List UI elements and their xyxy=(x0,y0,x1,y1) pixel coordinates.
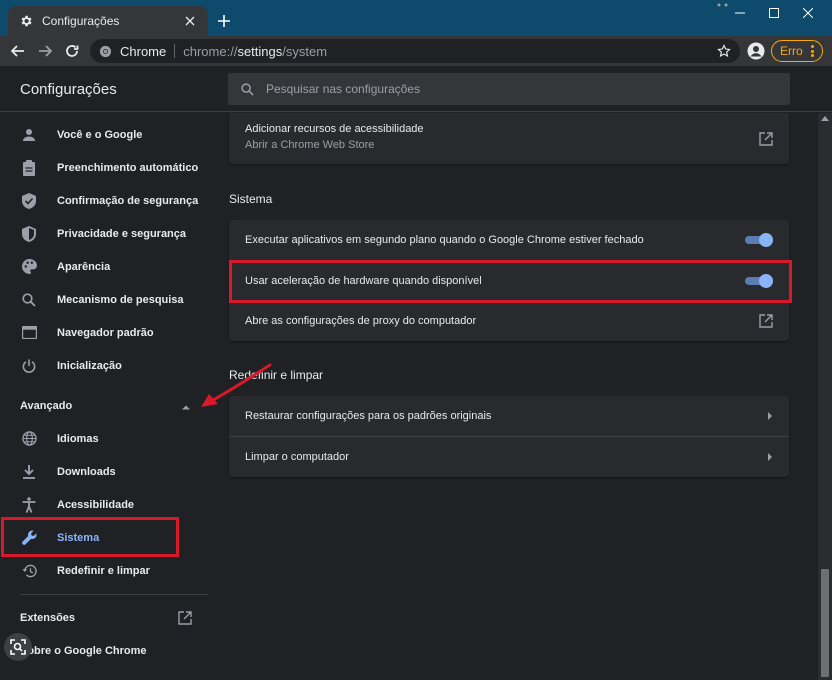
browser-toolbar: Chrome chrome://settings/system Erro xyxy=(0,36,832,66)
add-accessibility-row[interactable]: Adicionar recursos de acessibilidade Abr… xyxy=(229,113,789,164)
sidebar-item-preenchimento[interactable]: Preenchimento automático xyxy=(0,151,208,184)
url-host: settings xyxy=(237,43,283,59)
gear-icon xyxy=(18,13,34,29)
sidebar-divider xyxy=(20,594,208,595)
clean-up-computer-label: Limpar o computador xyxy=(245,450,349,463)
sidebar-advanced-label[interactable]: Avançado xyxy=(20,400,72,412)
sidebar-item-downloads[interactable]: Downloads xyxy=(0,455,208,488)
browser-icon xyxy=(20,324,38,342)
background-apps-label: Executar aplicativos em segundo plano qu… xyxy=(245,234,644,246)
chrome-logo-icon xyxy=(98,44,112,58)
chevron-right-icon xyxy=(767,412,773,420)
bookmark-star-icon[interactable] xyxy=(716,43,732,59)
restore-icon xyxy=(20,562,38,580)
restore-defaults-label: Restaurar configurações para os padrões … xyxy=(245,410,492,422)
toggle-knob xyxy=(759,233,773,247)
reset-card: Restaurar configurações para os padrões … xyxy=(229,396,789,477)
url-path: /system xyxy=(282,43,328,59)
restore-defaults-row[interactable]: Restaurar configurações para os padrões … xyxy=(229,396,789,436)
globe-icon xyxy=(20,430,38,448)
sidebar-item-label: Aparência xyxy=(57,260,111,273)
sidebar-item-idiomas[interactable]: Idiomas xyxy=(0,422,208,455)
reload-icon[interactable] xyxy=(62,41,82,61)
sidebar-item-label: Navegador padrão xyxy=(57,326,154,339)
profile-error-button[interactable]: Erro xyxy=(771,40,823,62)
clipboard-icon xyxy=(20,159,38,177)
tab-close-icon[interactable] xyxy=(182,13,198,29)
add-accessibility-title: Adicionar recursos de acessibilidade xyxy=(245,123,424,135)
accessibility-card: Adicionar recursos de acessibilidade Abr… xyxy=(229,113,789,164)
sidebar-item-privacidade[interactable]: Privacidade e segurança xyxy=(0,217,208,250)
sidebar-item-navegador-padrao[interactable]: Navegador padrão xyxy=(0,316,208,349)
title-bar: Configurações xyxy=(0,0,832,36)
shield-icon xyxy=(20,225,38,243)
profile-avatar-icon[interactable] xyxy=(746,41,766,61)
sidebar-item-label: Downloads xyxy=(57,465,116,478)
page-title: Configurações xyxy=(20,81,117,98)
settings-header: Configurações Pesquisar nas configuraçõe… xyxy=(0,66,832,112)
scrollbar-thumb[interactable] xyxy=(821,569,829,677)
power-icon xyxy=(20,357,38,375)
omnibox-separator xyxy=(174,44,176,58)
sidebar-item-label: Confirmação de segurança xyxy=(57,194,199,207)
highlight-sistema xyxy=(1,517,179,557)
tab-configuracoes[interactable]: Configurações xyxy=(8,6,208,36)
settings-main: Adicionar recursos de acessibilidade Abr… xyxy=(208,113,818,680)
sidebar-item-aparencia[interactable]: Aparência xyxy=(0,250,208,283)
search-icon xyxy=(20,291,38,309)
palette-icon xyxy=(20,258,38,276)
sidebar-extensions-link[interactable]: Extensões xyxy=(20,612,75,624)
search-icon xyxy=(240,82,254,96)
background-apps-toggle[interactable] xyxy=(745,233,773,247)
external-link-icon[interactable] xyxy=(759,313,773,328)
sidebar-item-label: Idiomas xyxy=(57,432,99,445)
settings-search-input[interactable]: Pesquisar nas configurações xyxy=(228,73,790,105)
proxy-settings-label: Abre as configurações de proxy do comput… xyxy=(245,314,477,327)
sidebar-about-link[interactable]: Sobre o Google Chrome xyxy=(20,645,147,657)
background-apps-row[interactable]: Executar aplicativos em segundo plano qu… xyxy=(229,220,789,260)
site-name: Chrome xyxy=(120,43,167,59)
close-icon[interactable] xyxy=(788,0,828,26)
sidebar-item-voce-e-o-google[interactable]: Você e o Google xyxy=(0,118,208,151)
lens-search-icon[interactable] xyxy=(4,633,32,661)
search-placeholder: Pesquisar nas configurações xyxy=(266,82,421,96)
shield-check-icon xyxy=(20,192,38,210)
profile-error-label: Erro xyxy=(780,44,803,58)
sidebar-item-label: Privacidade e segurança xyxy=(57,227,187,240)
vertical-scrollbar[interactable] xyxy=(818,113,832,680)
scroll-up-icon[interactable] xyxy=(821,115,829,121)
sidebar-item-label: Inicialização xyxy=(57,359,122,372)
sidebar-item-label: Redefinir e limpar xyxy=(57,564,150,577)
new-tab-button[interactable] xyxy=(214,11,234,31)
download-icon xyxy=(20,463,38,481)
back-arrow-icon[interactable] xyxy=(8,41,28,61)
settings-sidebar: Você e o Google Preenchimento automático… xyxy=(0,113,208,680)
proxy-settings-row[interactable]: Abre as configurações de proxy do comput… xyxy=(229,300,789,340)
chevron-right-icon xyxy=(767,452,773,461)
clean-up-computer-row[interactable]: Limpar o computador xyxy=(229,436,789,476)
add-accessibility-subtitle: Abrir a Chrome Web Store xyxy=(245,139,375,151)
sidebar-item-redefinir[interactable]: Redefinir e limpar xyxy=(0,554,208,587)
forward-arrow-icon[interactable] xyxy=(35,41,55,61)
sidebar-item-label: Acessibilidade xyxy=(57,498,135,511)
system-section-title: Sistema xyxy=(229,192,273,206)
tab-title: Configurações xyxy=(42,14,120,28)
sidebar-item-label: Mecanismo de pesquisa xyxy=(57,293,184,306)
sidebar-item-confirmacao-seguranca[interactable]: Confirmação de segurança xyxy=(0,184,208,217)
annotation-arrow-icon xyxy=(201,363,272,407)
external-link-icon[interactable] xyxy=(178,611,192,625)
more-vertical-icon xyxy=(810,45,815,57)
highlight-hardware-acceleration xyxy=(229,260,792,303)
sidebar-item-inicializacao[interactable]: Inicialização xyxy=(0,349,208,382)
sidebar-item-label: Preenchimento automático xyxy=(57,161,199,174)
person-icon xyxy=(20,126,38,144)
caret-up-icon[interactable] xyxy=(181,403,191,411)
address-bar[interactable]: Chrome chrome://settings/system xyxy=(90,39,740,63)
sidebar-item-label: Você e o Google xyxy=(57,128,143,141)
sidebar-item-mecanismo-pesquisa[interactable]: Mecanismo de pesquisa xyxy=(0,283,208,316)
url-scheme: chrome:// xyxy=(183,43,238,59)
accessibility-icon xyxy=(20,496,38,514)
external-link-icon[interactable] xyxy=(759,131,773,146)
